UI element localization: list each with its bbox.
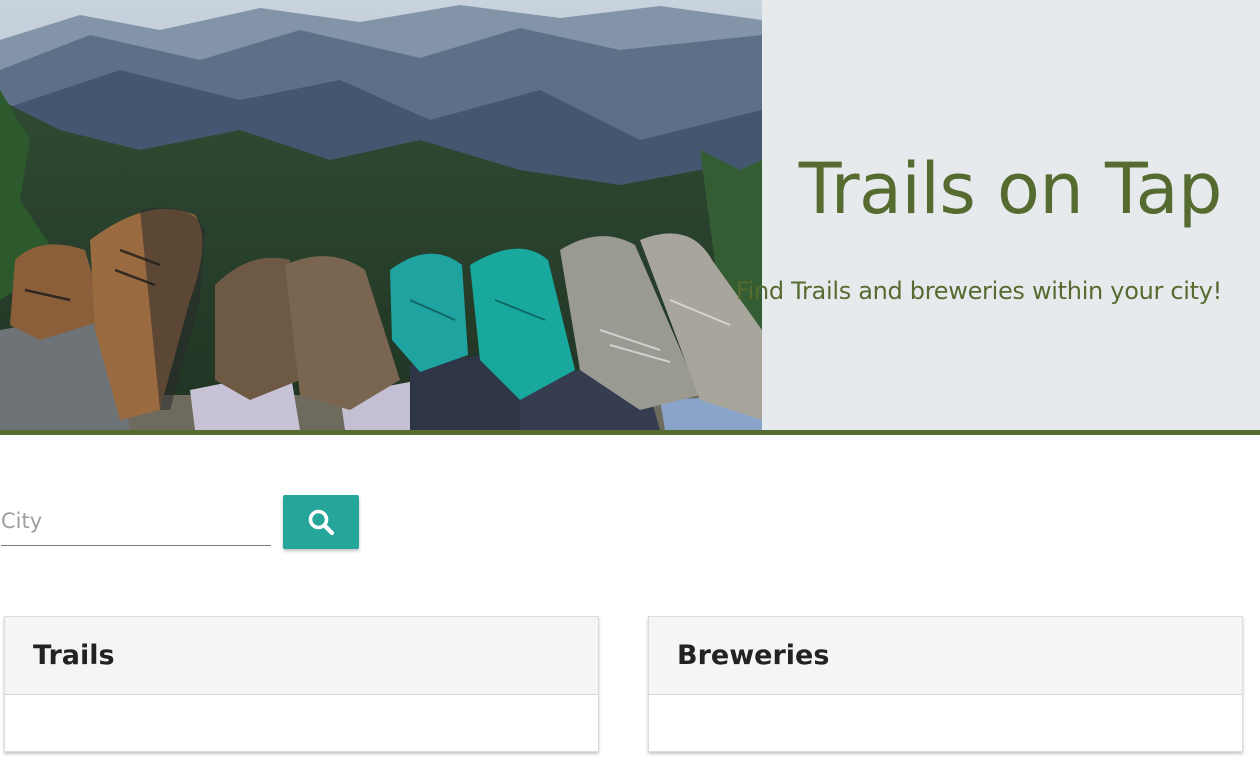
breweries-card: Breweries [648, 616, 1243, 752]
search-icon [283, 508, 359, 536]
trails-card-title: Trails [33, 640, 115, 671]
city-input[interactable] [1, 496, 271, 546]
hero-banner: Trails on Tap Find Trails and breweries … [0, 0, 1260, 430]
site-tagline: Find Trails and breweries within your ci… [735, 277, 1222, 305]
search-button[interactable] [283, 495, 359, 549]
trails-card-body [5, 695, 598, 751]
trails-card-header: Trails [5, 617, 598, 695]
hero-photo [0, 0, 762, 430]
site-title: Trails on Tap [798, 148, 1223, 230]
breweries-card-header: Breweries [649, 617, 1242, 695]
breweries-card-title: Breweries [677, 640, 830, 671]
breweries-card-body [649, 695, 1242, 751]
search-form [0, 494, 400, 554]
trails-card: Trails [4, 616, 599, 752]
hero-divider [0, 430, 1260, 435]
